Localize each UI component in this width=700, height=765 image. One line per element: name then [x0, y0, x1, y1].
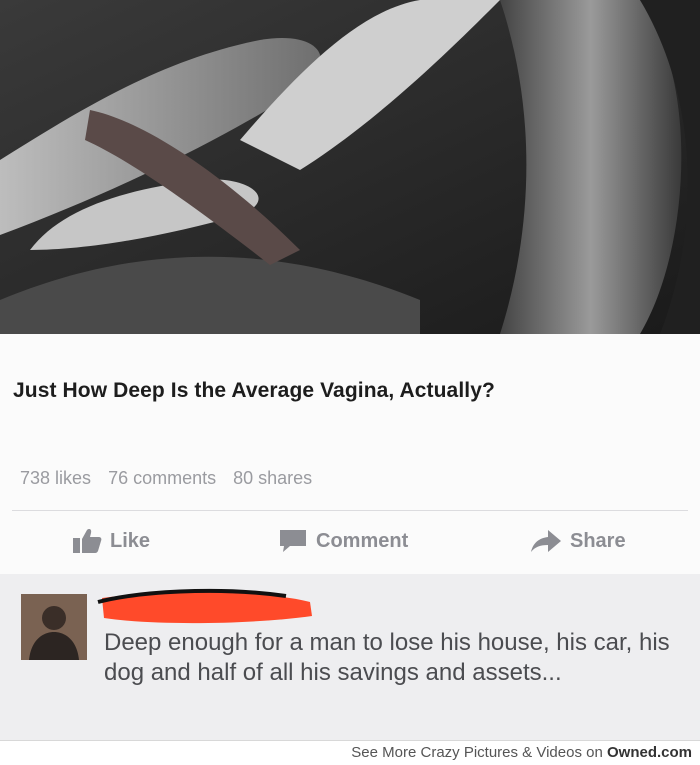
divider	[12, 510, 688, 511]
share-arrow-icon	[531, 530, 561, 552]
redacted-name	[97, 588, 312, 624]
shares-count[interactable]: 80 shares	[233, 468, 312, 488]
comment-button[interactable]: Comment	[278, 528, 408, 554]
share-button[interactable]: Share	[530, 528, 626, 554]
thumbs-up-icon	[73, 529, 102, 553]
avatar[interactable]	[21, 594, 87, 660]
comment-section: Deep enough for a man to lose his house,…	[0, 574, 700, 740]
post-actions: Like Comment Share	[0, 524, 700, 564]
share-label: Share	[570, 529, 626, 552]
speech-bubble-icon	[280, 530, 306, 552]
like-label: Like	[110, 529, 151, 552]
post-stats: 738 likes 76 comments 80 shares	[20, 468, 324, 489]
post-photo[interactable]	[0, 0, 700, 334]
like-button[interactable]: Like	[72, 528, 150, 554]
post-headline[interactable]: Just How Deep Is the Average Vagina, Act…	[13, 379, 495, 403]
comment-text: Deep enough for a man to lose his house,…	[104, 629, 670, 686]
comments-count[interactable]: 76 comments	[108, 468, 216, 488]
watermark-bar: See More Crazy Pictures & Videos on Owne…	[0, 740, 700, 765]
post-card: Just How Deep Is the Average Vagina, Act…	[0, 334, 700, 574]
comment-label: Comment	[316, 529, 409, 552]
watermark-site[interactable]: Owned.com	[607, 744, 692, 761]
watermark-prefix: See More Crazy Pictures & Videos on	[351, 744, 607, 761]
watermark: See More Crazy Pictures & Videos on Owne…	[351, 744, 692, 761]
likes-count[interactable]: 738 likes	[20, 468, 91, 488]
